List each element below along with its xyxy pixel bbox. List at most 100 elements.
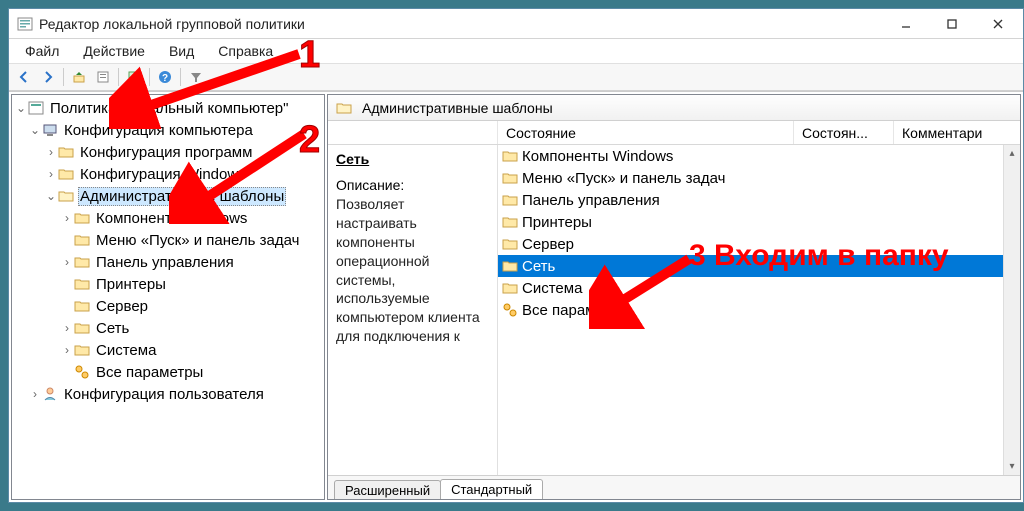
tree-windows-components[interactable]: › Компоненты Windows <box>12 207 324 229</box>
tab-extended[interactable]: Расширенный <box>334 480 441 500</box>
tree-pane[interactable]: ⌄ Политика "Локальный компьютер" ⌄ Конфи… <box>11 94 325 500</box>
tab-standard[interactable]: Стандартный <box>440 479 543 499</box>
list-body[interactable]: ▴ ▾ Компоненты Windows Меню «Пуск» и пан… <box>498 145 1020 475</box>
toolbar-separator <box>118 68 119 86</box>
tree-label: Конфигурация компьютера <box>62 122 255 139</box>
detail-body: Сеть Описание: Позволяет настраивать ком… <box>328 145 1020 475</box>
tree-label: Компоненты Windows <box>94 210 249 227</box>
tree-label: Панель управления <box>94 254 236 271</box>
list-label: Меню «Пуск» и панель задач <box>522 170 725 187</box>
folder-icon <box>502 192 518 208</box>
tree-all-settings[interactable]: Все параметры <box>12 361 324 383</box>
toolbar-separator <box>149 68 150 86</box>
tree-label: Меню «Пуск» и панель задач <box>94 232 301 249</box>
list-item[interactable]: Компоненты Windows <box>498 145 1020 167</box>
detail-pane: Административные шаблоны Состояние Состо… <box>327 94 1021 500</box>
folder-icon <box>74 232 90 248</box>
toolbar-separator <box>63 68 64 86</box>
tree-computer-config[interactable]: ⌄ Конфигурация компьютера <box>12 119 324 141</box>
list-item-selected[interactable]: Сеть <box>498 255 1020 277</box>
computer-icon <box>42 122 58 138</box>
chevron-down-icon[interactable]: ⌄ <box>28 123 42 137</box>
main-body: ⌄ Политика "Локальный компьютер" ⌄ Конфи… <box>9 91 1023 502</box>
tree-label: Сеть <box>94 320 131 337</box>
minimize-button[interactable] <box>883 10 929 38</box>
detail-tabs: Расширенный Стандартный <box>328 475 1020 499</box>
scroll-down-icon[interactable]: ▾ <box>1004 458 1020 475</box>
tree-printers[interactable]: Принтеры <box>12 273 324 295</box>
chevron-right-icon[interactable]: › <box>60 255 74 269</box>
folder-icon <box>74 298 90 314</box>
tree-windows-config[interactable]: › Конфигурация Windows <box>12 163 324 185</box>
chevron-right-icon[interactable]: › <box>44 145 58 159</box>
section-title: Сеть <box>336 151 489 167</box>
tree-label: Административные шаблоны <box>78 187 286 206</box>
menu-help[interactable]: Справка <box>208 41 283 61</box>
list-item[interactable]: Система <box>498 277 1020 299</box>
gpedit-window: Редактор локальной групповой политики Фа… <box>8 8 1024 503</box>
chevron-right-icon[interactable]: › <box>60 211 74 225</box>
help-button[interactable]: ? <box>154 66 176 88</box>
settings-icon <box>502 302 518 318</box>
window-buttons <box>883 10 1021 38</box>
list-column: ▴ ▾ Компоненты Windows Меню «Пуск» и пан… <box>498 145 1020 475</box>
refresh-button[interactable] <box>123 66 145 88</box>
back-button[interactable] <box>13 66 35 88</box>
chevron-down-icon[interactable]: ⌄ <box>44 189 58 203</box>
tree-root[interactable]: ⌄ Политика "Локальный компьютер" <box>12 97 324 119</box>
chevron-right-icon[interactable]: › <box>28 387 42 401</box>
col-state2[interactable]: Состоян... <box>794 121 894 144</box>
chevron-down-icon[interactable]: ⌄ <box>14 101 28 115</box>
folder-icon <box>74 254 90 270</box>
list-label: Принтеры <box>522 214 592 231</box>
col-state[interactable]: Состояние <box>498 121 794 144</box>
tree-label: Все параметры <box>94 364 205 381</box>
tree-admin-templates[interactable]: ⌄ Административные шаблоны <box>12 185 324 207</box>
toolbar: ? <box>9 63 1023 91</box>
menu-action[interactable]: Действие <box>73 41 155 61</box>
svg-text:?: ? <box>162 73 168 84</box>
tree-network[interactable]: › Сеть <box>12 317 324 339</box>
list-item[interactable]: Панель управления <box>498 189 1020 211</box>
list-item[interactable]: Меню «Пуск» и панель задач <box>498 167 1020 189</box>
list-item[interactable]: Все параметры <box>498 299 1020 321</box>
up-button[interactable] <box>68 66 90 88</box>
tree-label: Система <box>94 342 158 359</box>
filter-button[interactable] <box>185 66 207 88</box>
close-button[interactable] <box>975 10 1021 38</box>
chevron-right-icon[interactable]: › <box>44 167 58 181</box>
tree-label: Конфигурация пользователя <box>62 386 266 403</box>
tree-label: Конфигурация Windows <box>78 166 248 183</box>
list-item[interactable]: Сервер <box>498 233 1020 255</box>
list-label: Компоненты Windows <box>522 148 673 165</box>
menu-file[interactable]: Файл <box>15 41 69 61</box>
col-section[interactable] <box>328 121 498 144</box>
chevron-right-icon[interactable]: › <box>60 343 74 357</box>
folder-icon <box>502 258 518 274</box>
scrollbar[interactable]: ▴ ▾ <box>1003 145 1020 475</box>
menu-view[interactable]: Вид <box>159 41 204 61</box>
scroll-up-icon[interactable]: ▴ <box>1004 145 1020 162</box>
maximize-button[interactable] <box>929 10 975 38</box>
list-item[interactable]: Принтеры <box>498 211 1020 233</box>
tree-user-config[interactable]: › Конфигурация пользователя <box>12 383 324 405</box>
tree-start-menu[interactable]: Меню «Пуск» и панель задач <box>12 229 324 251</box>
forward-button[interactable] <box>37 66 59 88</box>
window-title: Редактор локальной групповой политики <box>39 16 883 32</box>
folder-icon <box>502 280 518 296</box>
settings-icon <box>74 364 90 380</box>
tree-server[interactable]: Сервер <box>12 295 324 317</box>
chevron-right-icon[interactable]: › <box>60 321 74 335</box>
list-label: Сеть <box>522 258 555 275</box>
app-icon <box>17 16 33 32</box>
properties-button[interactable] <box>92 66 114 88</box>
column-headers: Состояние Состоян... Комментари <box>328 121 1020 145</box>
tree-system[interactable]: › Система <box>12 339 324 361</box>
col-comment[interactable]: Комментари <box>894 121 1020 144</box>
folder-icon <box>58 166 74 182</box>
toolbar-separator <box>180 68 181 86</box>
tree-control-panel[interactable]: › Панель управления <box>12 251 324 273</box>
tree-software-config[interactable]: › Конфигурация программ <box>12 141 324 163</box>
menubar: Файл Действие Вид Справка <box>9 39 1023 63</box>
list-label: Панель управления <box>522 192 660 209</box>
